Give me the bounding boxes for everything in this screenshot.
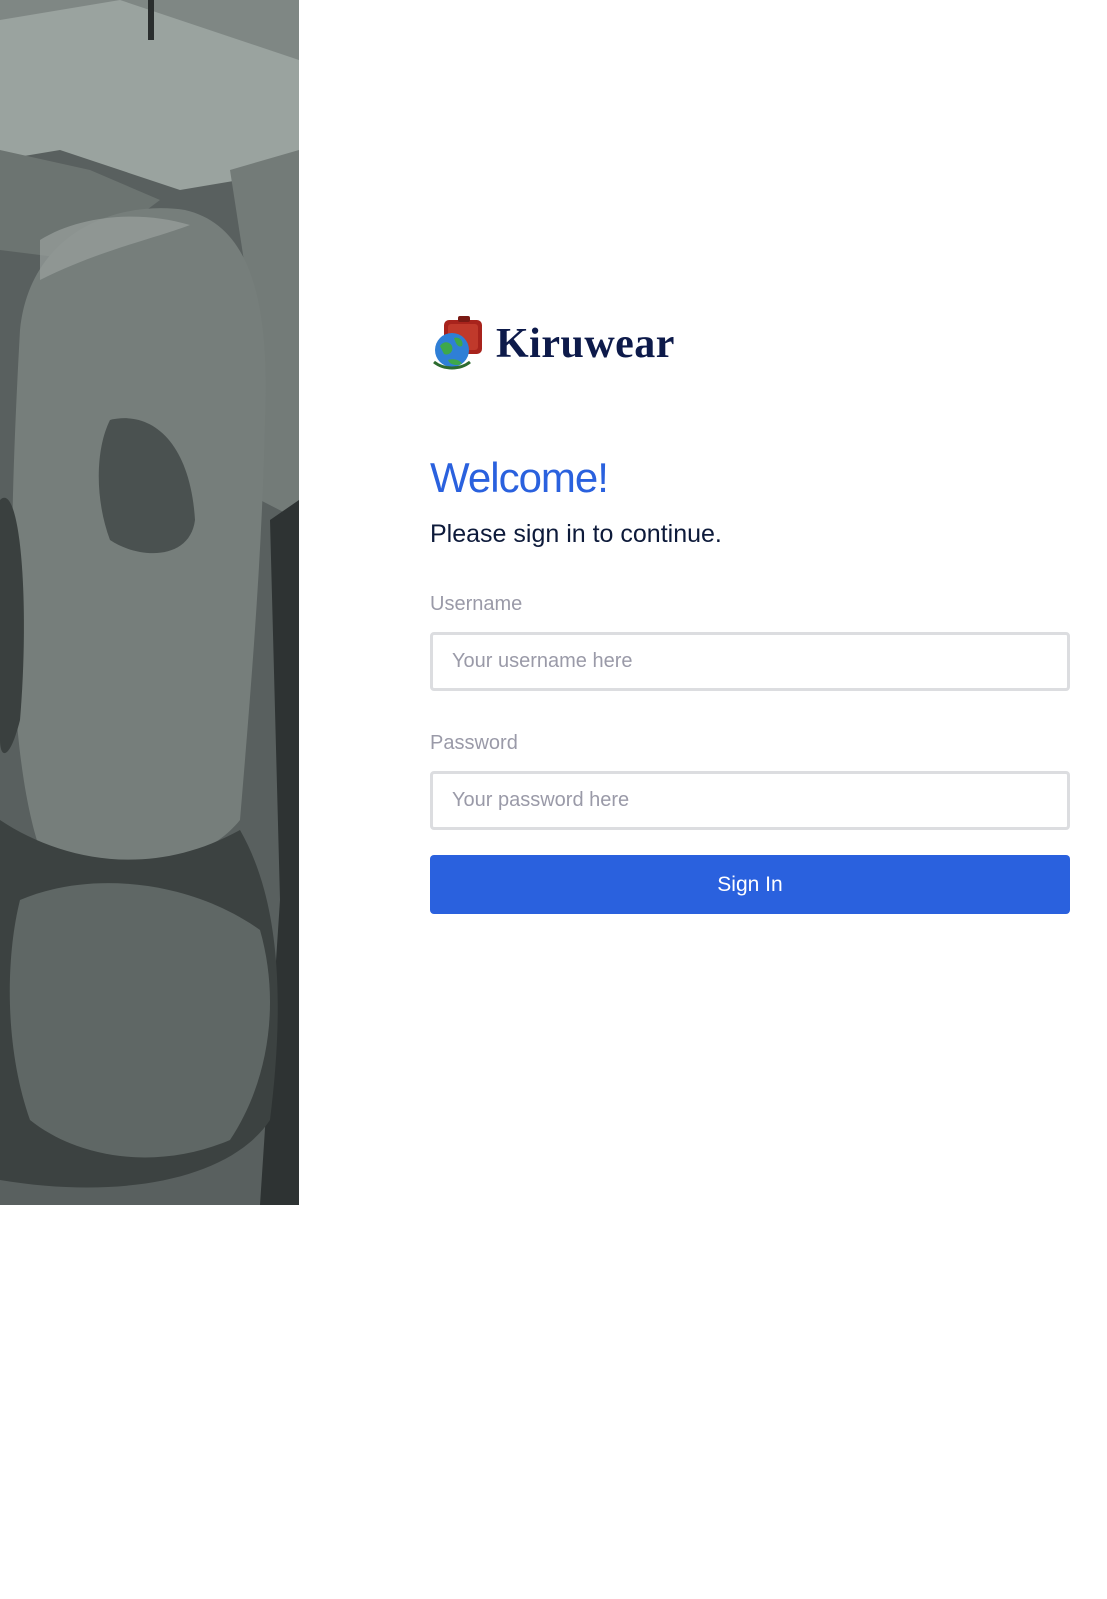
username-label: Username: [430, 593, 523, 615]
sign-in-button[interactable]: Sign In: [430, 855, 1070, 914]
stone-sculpture-photo: [0, 0, 299, 1205]
brand-name: Kiruwear: [496, 321, 675, 367]
username-input[interactable]: [430, 632, 1070, 691]
welcome-heading: Welcome!: [430, 454, 609, 501]
globe-luggage-logo-icon: [430, 316, 486, 372]
signin-subtitle: Please sign in to continue.: [430, 520, 722, 548]
login-page: Kiruwear Welcome! Please sign in to cont…: [0, 0, 1107, 1599]
brand-header: Kiruwear: [430, 316, 1070, 372]
password-label: Password: [430, 732, 518, 754]
login-panel: Kiruwear Welcome! Please sign in to cont…: [430, 316, 1070, 914]
password-input[interactable]: [430, 771, 1070, 830]
